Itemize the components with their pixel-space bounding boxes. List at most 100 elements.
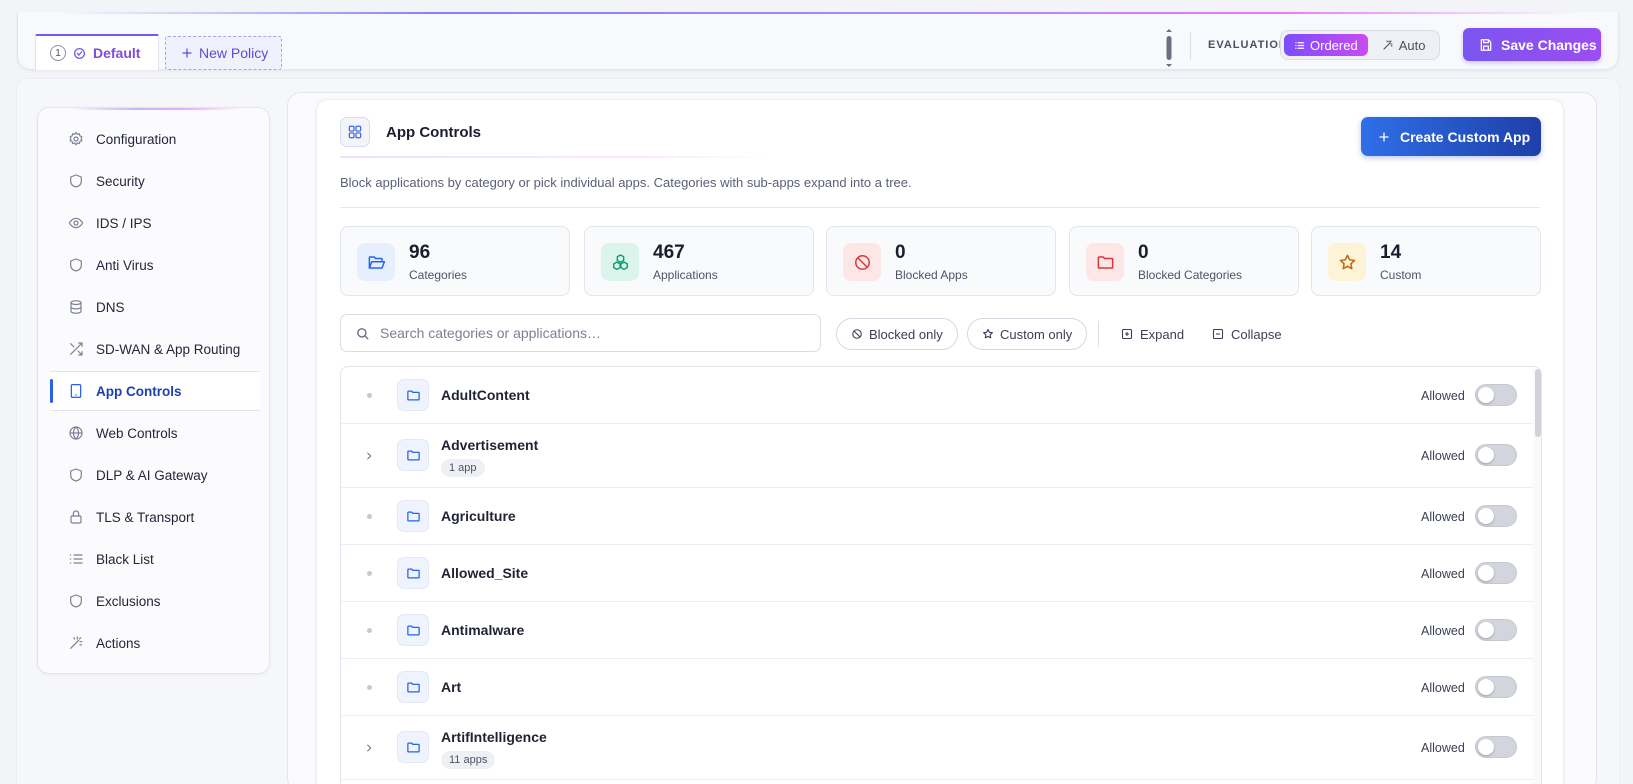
block-toggle[interactable] xyxy=(1475,505,1517,527)
search-input[interactable] xyxy=(380,325,780,341)
sidebar-item-actions[interactable]: Actions xyxy=(50,623,260,663)
folder-icon xyxy=(397,439,429,471)
stat-card-applications: 467 Applications xyxy=(584,226,814,296)
sidebar-item-dns[interactable]: DNS xyxy=(50,287,260,327)
sidebar-item-label: DNS xyxy=(96,299,125,315)
evaluation-mode-toggle: Ordered Auto xyxy=(1280,30,1440,60)
tab-default-label: Default xyxy=(93,45,141,61)
sidebar-item-exclusions[interactable]: Exclusions xyxy=(50,581,260,621)
list-item[interactable]: Allowed_Site Allowed xyxy=(341,545,1533,602)
category-name: Antimalware xyxy=(441,622,525,638)
grid-icon xyxy=(340,117,370,147)
expand-label: Expand xyxy=(1140,326,1185,342)
chevron-right-icon[interactable] xyxy=(361,740,377,756)
title-underline xyxy=(340,156,770,158)
save-changes-button[interactable]: Save Changes xyxy=(1463,28,1601,61)
category-name: ArtifIntelligence xyxy=(441,729,547,745)
sidebar-item-security[interactable]: Security xyxy=(50,161,260,201)
shuffle-icon xyxy=(68,341,84,357)
block-toggle[interactable] xyxy=(1475,384,1517,406)
collapse-all-button[interactable]: Collapse xyxy=(1212,318,1282,350)
sidebar-item-sd-wan[interactable]: SD-WAN & App Routing xyxy=(50,329,260,369)
stat-value: 467 xyxy=(653,242,685,263)
sidebar-item-app-controls[interactable]: App Controls xyxy=(50,371,260,411)
evaluation-auto-label: Auto xyxy=(1398,37,1426,53)
save-changes-label: Save Changes xyxy=(1501,36,1597,53)
tablet-icon xyxy=(68,383,84,399)
stat-card-blocked-apps: 0 Blocked Apps xyxy=(826,226,1056,296)
topbar-divider xyxy=(1190,32,1191,60)
blocked-only-filter[interactable]: Blocked only xyxy=(836,318,958,350)
category-status: Allowed xyxy=(1421,741,1465,755)
header-divider xyxy=(340,207,1540,208)
policy-order-number: 1 xyxy=(50,45,66,61)
category-status: Allowed xyxy=(1421,624,1465,638)
sidebar-item-configuration[interactable]: Configuration xyxy=(50,119,260,159)
create-custom-app-button[interactable]: Create Custom App xyxy=(1361,117,1541,156)
evaluation-ordered-label: Ordered xyxy=(1310,37,1358,53)
stat-card-categories: 96 Categories xyxy=(340,226,570,296)
new-policy-button[interactable]: New Policy xyxy=(165,36,282,70)
tab-scroll-handle[interactable] xyxy=(1164,28,1174,68)
sidebar-item-label: DLP & AI Gateway xyxy=(96,467,208,483)
page-description: Block applications by category or pick i… xyxy=(340,175,912,190)
sidebar-item-label: Exclusions xyxy=(96,593,161,609)
topbar-accent-line xyxy=(58,12,1578,14)
folder-icon xyxy=(397,614,429,646)
evaluation-auto-button[interactable]: Auto xyxy=(1372,34,1436,56)
plus-square-icon xyxy=(1121,328,1133,340)
sidebar-item-web-controls[interactable]: Web Controls xyxy=(50,413,260,453)
plus-icon xyxy=(1378,131,1390,143)
block-toggle[interactable] xyxy=(1475,444,1517,466)
block-toggle[interactable] xyxy=(1475,676,1517,698)
sidebar-item-dlp-ai-gateway[interactable]: DLP & AI Gateway xyxy=(50,455,260,495)
chevron-right-icon[interactable] xyxy=(361,448,377,464)
bullet-icon xyxy=(361,622,377,638)
block-toggle[interactable] xyxy=(1475,562,1517,584)
boxes-icon xyxy=(601,243,639,281)
sidebar-item-black-list[interactable]: Black List xyxy=(50,539,260,579)
sidebar-item-ids-ips[interactable]: IDS / IPS xyxy=(50,203,260,243)
sidebar-item-label: Security xyxy=(96,173,145,189)
category-status: Allowed xyxy=(1421,449,1465,463)
category-name: AdultContent xyxy=(441,387,530,403)
stat-card-custom: 14 Custom xyxy=(1311,226,1541,296)
custom-only-label: Custom only xyxy=(1000,326,1073,342)
list-item[interactable]: Agriculture Allowed xyxy=(341,488,1533,545)
custom-only-filter[interactable]: Custom only xyxy=(967,318,1088,350)
list-item[interactable]: ArtifIntelligence 11 apps Allowed xyxy=(341,716,1533,780)
plus-icon xyxy=(181,47,193,59)
list-item[interactable]: Art Allowed xyxy=(341,659,1533,716)
policy-tab-bar: 1 Default New Policy EVALUATION Ordered … xyxy=(17,12,1619,70)
stat-value: 0 xyxy=(895,242,906,263)
expand-all-button[interactable]: Expand xyxy=(1121,318,1184,350)
folder-icon xyxy=(1086,243,1124,281)
star-icon xyxy=(982,328,994,340)
tab-default-policy[interactable]: 1 Default xyxy=(35,34,159,70)
lock-icon xyxy=(68,509,84,525)
category-list: AdultContent Allowed Advertisement 1 app… xyxy=(340,366,1542,784)
block-toggle[interactable] xyxy=(1475,736,1517,758)
stat-label: Applications xyxy=(653,268,718,282)
list-scrollbar-thumb[interactable] xyxy=(1535,369,1541,437)
sidebar-item-tls-transport[interactable]: TLS & Transport xyxy=(50,497,260,537)
list-item[interactable]: AdultContent Allowed xyxy=(341,367,1533,424)
list-scrollbar[interactable] xyxy=(1533,367,1541,784)
block-toggle[interactable] xyxy=(1475,619,1517,641)
sidebar-item-label: App Controls xyxy=(96,383,182,399)
new-policy-label: New Policy xyxy=(199,45,269,61)
star-icon xyxy=(1328,243,1366,281)
stat-value: 14 xyxy=(1380,242,1402,263)
sidebar-item-anti-virus[interactable]: Anti Virus xyxy=(50,245,260,285)
folder-icon xyxy=(397,671,429,703)
database-icon xyxy=(68,299,84,315)
list-item[interactable]: Antimalware Allowed xyxy=(341,602,1533,659)
list-item[interactable]: Advertisement 1 app Allowed xyxy=(341,424,1533,488)
category-status: Allowed xyxy=(1421,567,1465,581)
bullet-icon xyxy=(361,679,377,695)
evaluation-ordered-button[interactable]: Ordered xyxy=(1284,34,1368,56)
list-icon xyxy=(68,551,84,567)
sidebar-item-label: SD-WAN & App Routing xyxy=(96,341,241,357)
gear-icon xyxy=(68,131,84,147)
bullet-icon xyxy=(361,565,377,581)
